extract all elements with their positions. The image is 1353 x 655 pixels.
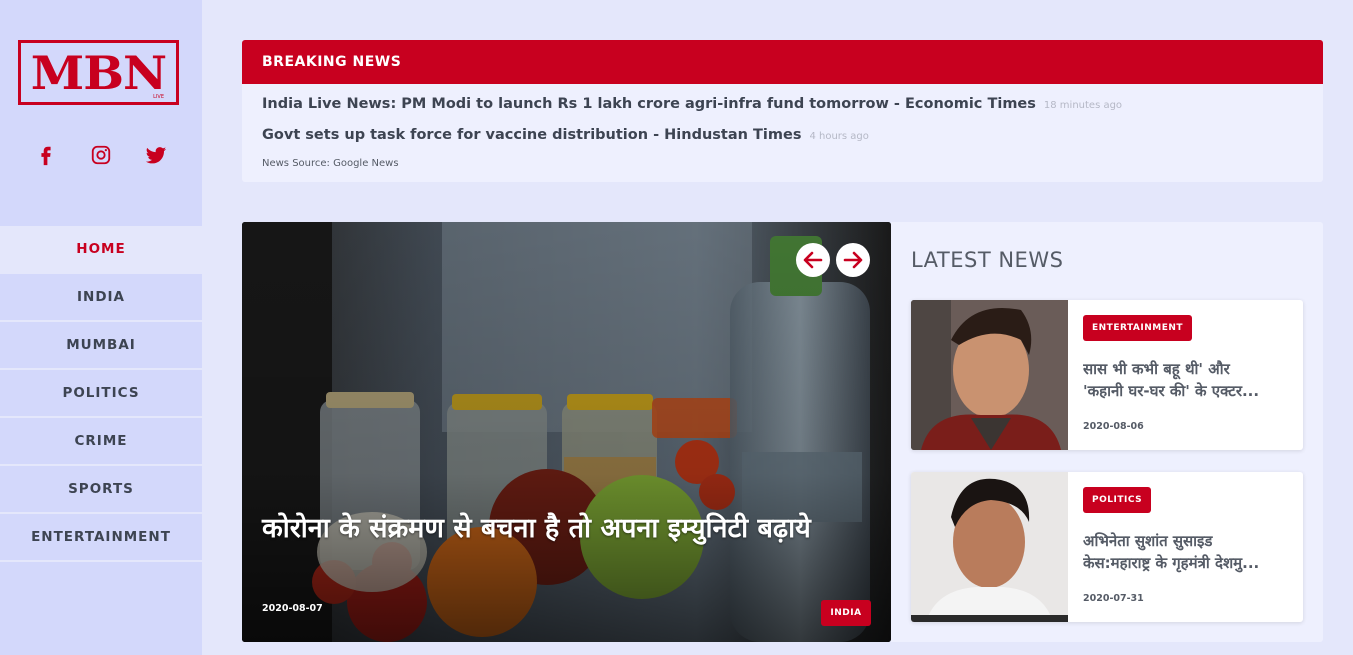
featured-story[interactable]: कोरोना के संक्रमण से बचना है तो अपना इम्… <box>242 222 891 642</box>
news-thumbnail[interactable] <box>911 300 1068 450</box>
nav-item-sports[interactable]: SPORTS <box>0 466 202 514</box>
news-card[interactable]: POLITICS अभिनेता सुशांत सुसाइड केस:महारा… <box>911 472 1303 622</box>
featured-date: 2020-08-07 <box>262 603 323 614</box>
nav-item-india[interactable]: INDIA <box>0 274 202 322</box>
news-card[interactable]: ENTERTAINMENT सास भी कभी बहू थी' और 'कहा… <box>911 300 1303 450</box>
arrow-right-icon <box>843 251 863 269</box>
breaking-news-item[interactable]: India Live News: PM Modi to launch Rs 1 … <box>262 96 1122 112</box>
breaking-news-panel: BREAKING NEWS India Live News: PM Modi t… <box>242 40 1323 182</box>
nav-item-politics[interactable]: POLITICS <box>0 370 202 418</box>
breaking-headline[interactable]: India Live News: PM Modi to launch Rs 1 … <box>262 96 1036 112</box>
featured-image <box>242 222 891 642</box>
breaking-news-item[interactable]: Govt sets up task force for vaccine dist… <box>262 127 869 143</box>
logo-text: MBN <box>30 45 167 100</box>
nav-item-home[interactable]: HOME <box>0 226 202 274</box>
news-thumbnail[interactable] <box>911 472 1068 622</box>
featured-title[interactable]: कोरोना के संक्रमण से बचना है तो अपना इम्… <box>262 510 862 548</box>
news-card-date: 2020-07-31 <box>1083 593 1144 604</box>
instagram-icon[interactable] <box>90 144 112 166</box>
breaking-time-ago: 18 minutes ago <box>1043 100 1123 111</box>
latest-news-title: LATEST NEWS <box>911 248 1064 272</box>
main-nav: HOME INDIA MUMBAI POLITICS CRIME SPORTS … <box>0 226 202 562</box>
news-card-title[interactable]: सास भी कभी बहू थी' और 'कहानी घर-घर की' क… <box>1083 358 1288 402</box>
news-card-title-line[interactable]: 'कहानी घर-घर की' के एक्टर... <box>1083 380 1288 402</box>
news-card-title[interactable]: अभिनेता सुशांत सुसाइड केस:महाराष्ट्र के … <box>1083 530 1288 574</box>
mbn-logo[interactable]: MBN LIVE <box>18 40 179 105</box>
twitter-icon[interactable] <box>145 144 167 166</box>
carousel-next-button[interactable] <box>836 243 870 277</box>
nav-item-mumbai[interactable]: MUMBAI <box>0 322 202 370</box>
news-source: News Source: Google News <box>262 158 399 169</box>
breaking-news-title: BREAKING NEWS <box>242 40 1323 84</box>
news-card-title-line[interactable]: केस:महाराष्ट्र के गृहमंत्री देशमु... <box>1083 552 1288 574</box>
logo-subtext: LIVE <box>153 94 164 100</box>
category-badge[interactable]: POLITICS <box>1083 487 1152 513</box>
news-card-title-line[interactable]: अभिनेता सुशांत सुसाइड <box>1083 530 1288 552</box>
arrow-left-icon <box>803 251 823 269</box>
nav-item-crime[interactable]: CRIME <box>0 418 202 466</box>
category-badge[interactable]: ENTERTAINMENT <box>1083 315 1193 341</box>
news-card-date: 2020-08-06 <box>1083 421 1144 432</box>
facebook-icon[interactable] <box>35 144 57 166</box>
social-links <box>0 144 202 166</box>
category-badge[interactable]: INDIA <box>821 600 871 626</box>
carousel-prev-button[interactable] <box>796 243 830 277</box>
news-card-title-line[interactable]: सास भी कभी बहू थी' और <box>1083 358 1288 380</box>
breaking-headline[interactable]: Govt sets up task force for vaccine dist… <box>262 127 801 143</box>
sidebar: MBN LIVE HOME INDIA MUMBAI POLITICS CRIM… <box>0 0 202 655</box>
latest-news-panel: LATEST NEWS ENTERTAINMENT सास भी कभी बहू… <box>891 222 1323 642</box>
breaking-time-ago: 4 hours ago <box>809 131 869 142</box>
nav-item-entertainment[interactable]: ENTERTAINMENT <box>0 514 202 562</box>
